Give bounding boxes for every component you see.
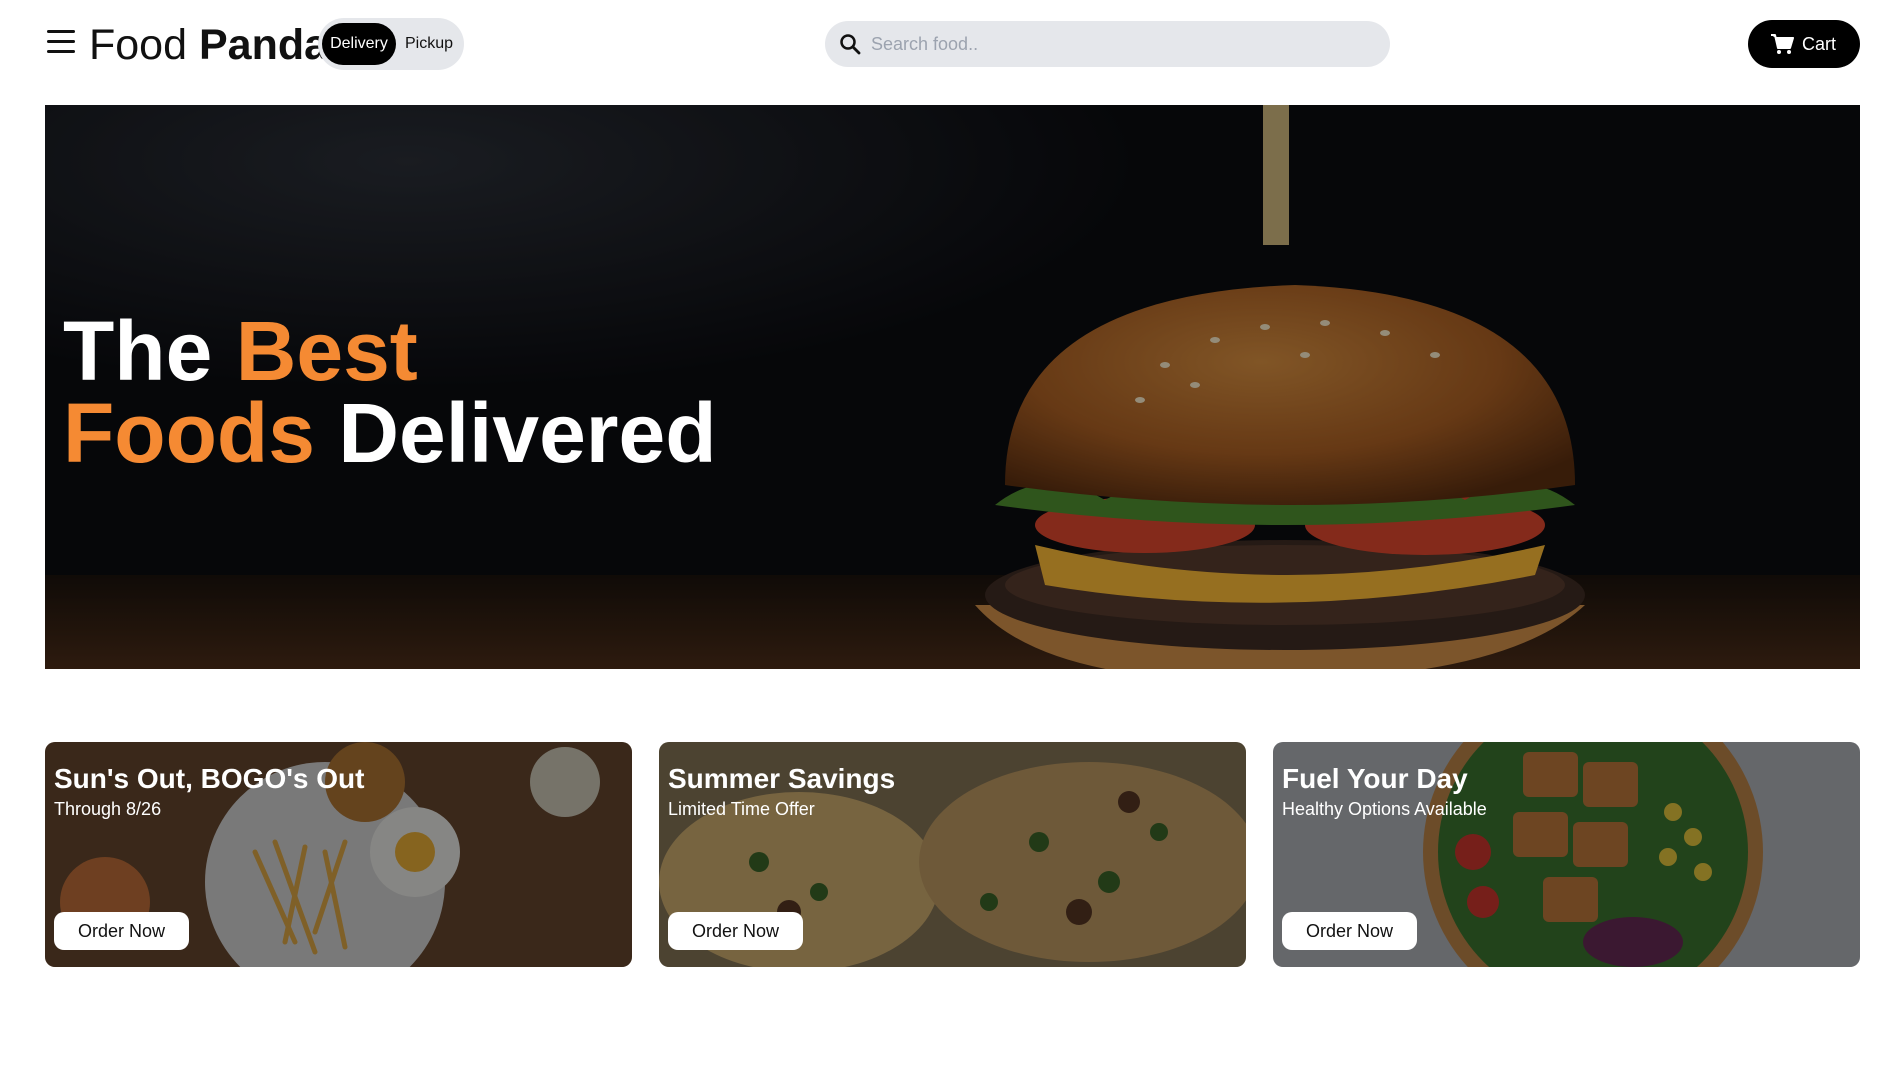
menu-icon[interactable] xyxy=(47,30,75,54)
cart-label: Cart xyxy=(1802,34,1837,54)
card-title: Sun's Out, BOGO's Out xyxy=(54,763,365,794)
pickup-button[interactable]: Pickup xyxy=(398,23,460,65)
hero-word-2: Best xyxy=(235,304,418,398)
card-title: Fuel Your Day xyxy=(1282,763,1468,794)
card-subtitle: Through 8/26 xyxy=(54,799,162,819)
order-now-button[interactable]: Order Now xyxy=(1282,912,1417,950)
hero-headline: The Best Foods Delivered xyxy=(63,309,717,475)
search-input[interactable] xyxy=(871,21,1371,67)
cart-button[interactable]: Cart xyxy=(1748,20,1860,68)
card-title: Summer Savings xyxy=(668,763,896,794)
order-now-button[interactable]: Order Now xyxy=(54,912,189,950)
search-icon xyxy=(840,34,861,55)
brand-name-bold: Panda xyxy=(198,21,329,69)
delivery-mode-toggle: Delivery Pickup xyxy=(318,18,464,70)
brand-logo: Food Panda xyxy=(89,20,328,70)
card-subtitle: Healthy Options Available xyxy=(1282,799,1487,819)
order-now-button[interactable]: Order Now xyxy=(668,912,803,950)
hero-banner: The Best Foods Delivered xyxy=(45,105,1860,669)
hero-word-1: The xyxy=(63,304,213,398)
delivery-button[interactable]: Delivery xyxy=(322,23,396,65)
promo-card-fuel-your-day: Fuel Your Day Healthy Options Available … xyxy=(1273,742,1860,967)
cart-icon xyxy=(1771,34,1794,54)
top-navbar: Food Panda Delivery Pickup Cart xyxy=(45,18,1860,72)
promo-card-summer-savings: Summer Savings Limited Time Offer Order … xyxy=(659,742,1246,967)
search-bar xyxy=(825,21,1390,67)
brand-name-light: Food xyxy=(89,21,188,69)
hero-word-4: Delivered xyxy=(338,386,717,480)
promo-card-bogo: Sun's Out, BOGO's Out Through 8/26 Order… xyxy=(45,742,632,967)
hero-word-3: Foods xyxy=(63,386,315,480)
card-subtitle: Limited Time Offer xyxy=(668,799,815,819)
